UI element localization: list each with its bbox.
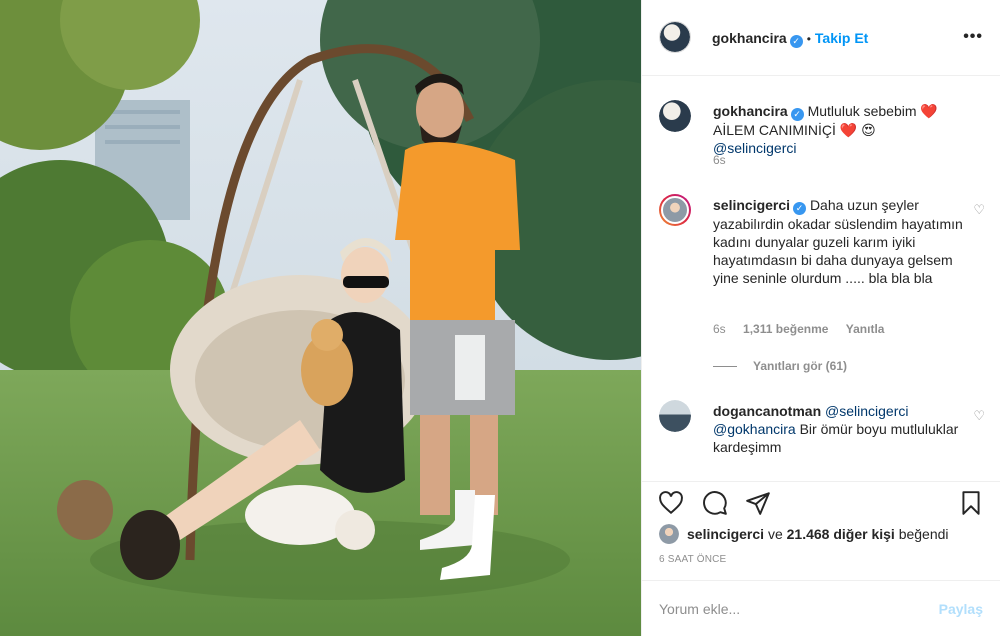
small-heart-icon[interactable]: ♡	[973, 408, 985, 424]
comment-mention[interactable]: @selincigerci	[825, 403, 908, 419]
caption: gokhancira ✓ Mutluluk sebebim ❤️ AİLEM CA…	[642, 100, 1000, 170]
liker-avatar[interactable]	[659, 524, 679, 544]
verified-badge-icon: ✓	[793, 202, 807, 215]
comment-mention[interactable]: @gokhancira	[713, 421, 796, 437]
small-heart-icon[interactable]: ♡	[973, 202, 985, 218]
caption-username[interactable]: gokhancira	[713, 103, 788, 119]
separator-dot: •	[806, 32, 811, 46]
heart-icon[interactable]	[658, 490, 684, 516]
likes-suffix: beğendi	[898, 526, 949, 542]
comment-item: dogancanotman @selincigerci @gokhancira …	[642, 400, 1000, 470]
post-photo[interactable]	[0, 0, 641, 636]
comment-likes[interactable]: 1,311 beğenme	[743, 322, 828, 336]
post-header: gokhancira ✓ • Takip Et •••	[642, 0, 1000, 76]
reply-button[interactable]: Yanıtla	[846, 322, 885, 336]
replies-divider	[713, 366, 737, 368]
share-icon[interactable]	[745, 490, 771, 516]
likes-summary: selincigerci ve 21.468 diğer kişi beğend…	[659, 524, 949, 544]
owner-username[interactable]: gokhancira	[712, 30, 787, 46]
post-comment-button[interactable]: Paylaş	[939, 601, 983, 617]
more-options-icon[interactable]: •••	[963, 28, 983, 46]
comment-item: selincigerci ✓ Daha uzun şeyler yazabilır…	[642, 194, 1000, 394]
verified-badge-icon: ✓	[789, 35, 803, 48]
caption-avatar[interactable]	[659, 100, 691, 132]
commenter-avatar[interactable]	[659, 400, 691, 432]
comment-icon[interactable]	[702, 490, 728, 516]
comment-text-block: dogancanotman @selincigerci @gokhancira …	[713, 402, 963, 456]
caption-text-block: gokhancira ✓ Mutluluk sebebim ❤️ AİLEM CA…	[713, 102, 963, 157]
comment-meta: 6s 1,311 beğenme Yanıtla	[713, 322, 898, 336]
follow-button[interactable]: Takip Et	[815, 30, 868, 46]
caption-time[interactable]: 6s	[713, 153, 726, 167]
owner-line: gokhancira ✓ • Takip Et	[712, 30, 868, 48]
commenter-avatar[interactable]	[659, 194, 691, 226]
view-replies-button[interactable]: Yanıtları gör (61)	[713, 359, 847, 373]
comment-username[interactable]: selincigerci	[713, 197, 790, 213]
bookmark-icon[interactable]	[958, 490, 984, 516]
photo-illustration	[0, 0, 641, 636]
post-side-panel: gokhancira ✓ • Takip Et ••• gokhancira ✓ Mut…	[641, 0, 1000, 636]
action-bar	[642, 481, 1000, 523]
comment-text-block: selincigerci ✓ Daha uzun şeyler yazabilır…	[713, 196, 963, 287]
likes-connector: ve	[767, 526, 783, 542]
comments-list[interactable]: gokhancira ✓ Mutluluk sebebim ❤️ AİLEM CA…	[642, 77, 1000, 481]
view-replies-label: Yanıtları gör (61)	[753, 359, 848, 373]
comment-input[interactable]	[659, 599, 919, 619]
comment-username[interactable]: dogancanotman	[713, 403, 821, 419]
verified-badge-icon: ✓	[790, 108, 804, 121]
likes-count[interactable]: 21.468 diğer kişi	[787, 526, 895, 542]
add-comment-bar: Paylaş	[642, 580, 1000, 636]
liker-username[interactable]: selincigerci	[687, 526, 764, 542]
owner-avatar[interactable]	[659, 21, 691, 53]
caption-meta: 6s	[713, 153, 740, 167]
post-timestamp[interactable]: 6 SAAT ÖNCE	[659, 554, 726, 565]
comment-time[interactable]: 6s	[713, 322, 726, 336]
